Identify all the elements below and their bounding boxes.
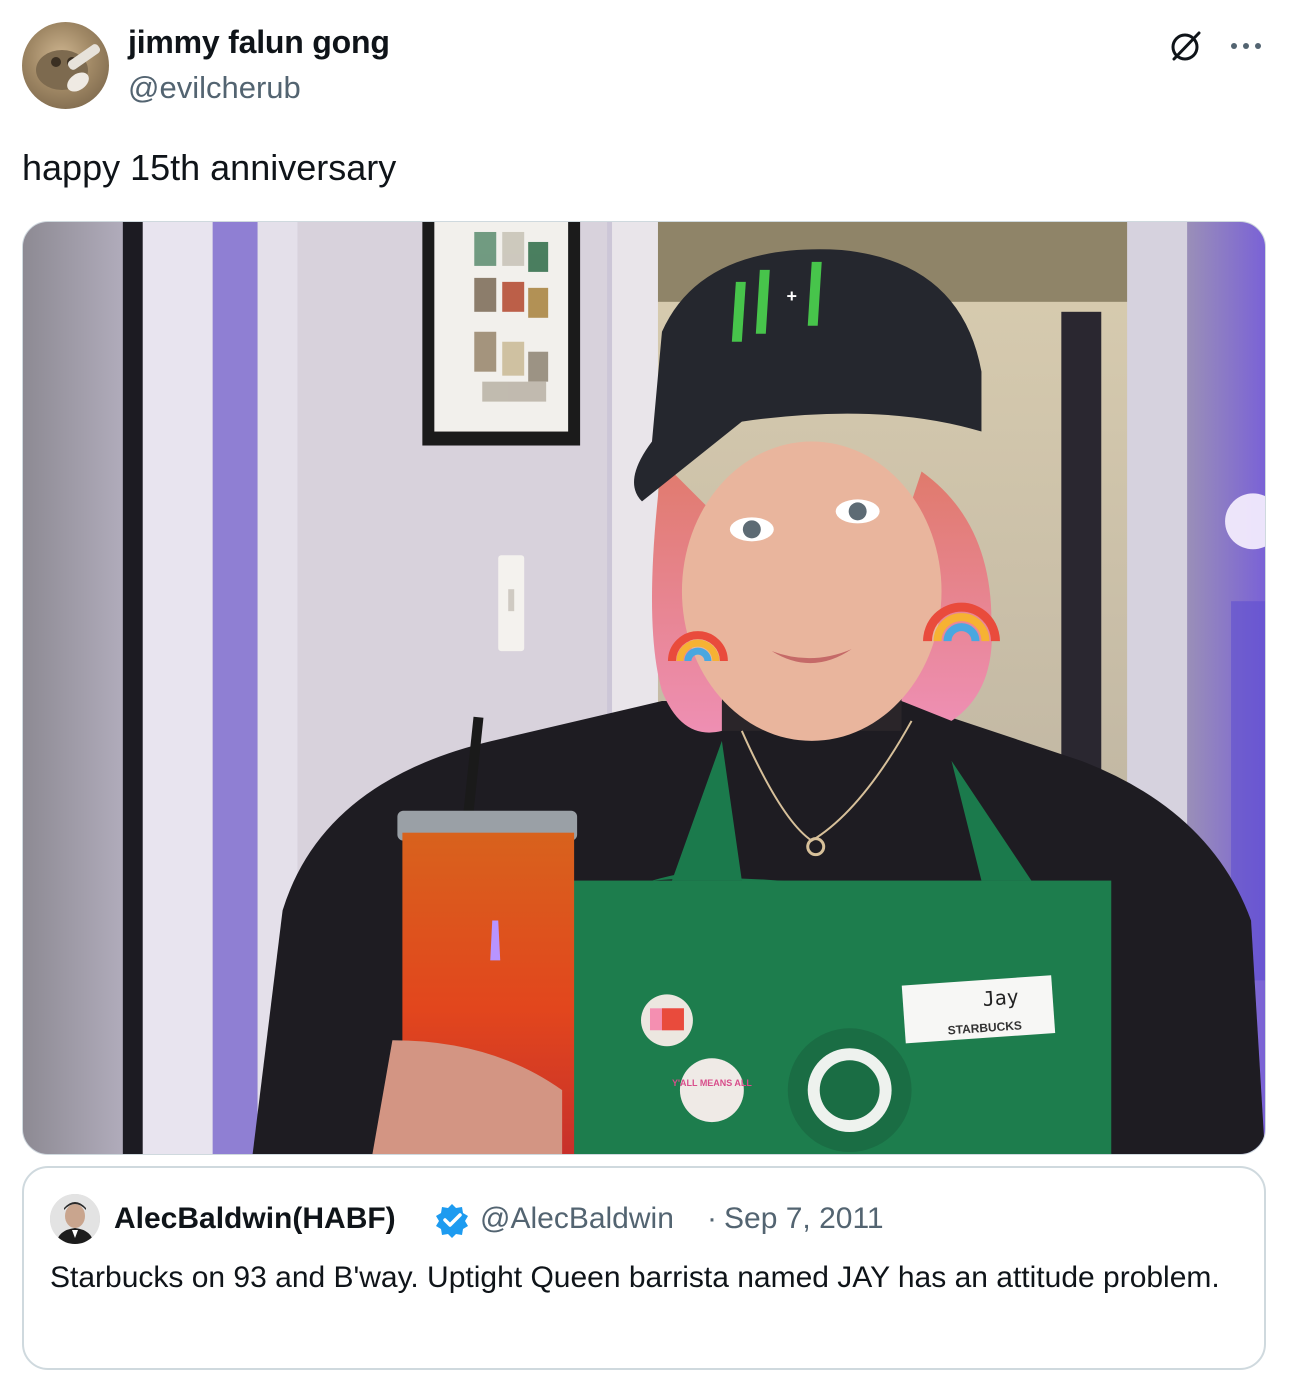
grok-slash-circle-icon[interactable] [1168,28,1204,64]
quoted-handle[interactable]: @AlecBaldwin [480,1202,674,1236]
quoted-tweet-text: Starbucks on 93 and B'way. Uptight Queen… [50,1261,1220,1294]
tweet-photo[interactable]: + Y'ALL MEANS ALL Jay STARBUCKS [22,221,1266,1155]
quoted-date[interactable]: Sep 7, 2011 [724,1202,884,1236]
quoted-display-name[interactable]: AlecBaldwin(HABF) [114,1202,396,1236]
verified-badge-icon [436,1204,468,1238]
nametag-name: Jay [982,985,1020,1011]
author-display-name[interactable]: jimmy falun gong [128,24,390,61]
pin-text: Y'ALL MEANS ALL [672,1078,752,1088]
quoted-tweet[interactable]: AlecBaldwin(HABF) @AlecBaldwin · Sep 7, … [22,1166,1266,1370]
tweet-text: happy 15th anniversary [22,147,397,188]
quoted-author-avatar[interactable] [50,1194,100,1244]
barista-photo: + Y'ALL MEANS ALL Jay STARBUCKS [23,222,1265,1154]
author-handle[interactable]: @evilcherub [128,70,301,106]
author-avatar[interactable] [22,22,109,109]
more-dots-icon[interactable] [1226,30,1266,60]
svg-text:+: + [787,286,797,306]
quoted-avatar-image [50,1194,100,1244]
avatar-image [36,44,101,92]
meta-separator: · [707,1202,717,1235]
